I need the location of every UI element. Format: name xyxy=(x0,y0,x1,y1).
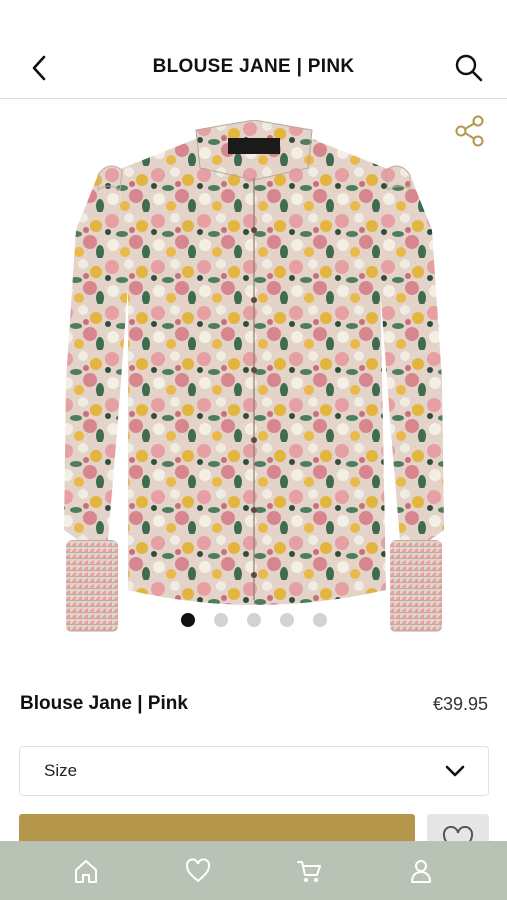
gallery-dot-4[interactable] xyxy=(279,613,294,627)
product-price: €39.95 xyxy=(432,694,488,714)
size-dropdown[interactable]: Size xyxy=(19,746,489,796)
search-button[interactable] xyxy=(451,50,487,86)
share-icon xyxy=(455,115,484,147)
page-title: BLOUSE JANE | PINK xyxy=(152,56,355,77)
user-icon xyxy=(411,859,432,883)
heart-icon xyxy=(185,857,210,882)
chevron-left-icon xyxy=(32,55,46,81)
tab-account[interactable] xyxy=(397,847,445,895)
gallery-dot-3[interactable] xyxy=(246,613,261,627)
top-bar: BLOUSE JANE | PINK xyxy=(0,0,507,99)
gallery-dot-1[interactable] xyxy=(180,613,195,627)
gallery-pagination xyxy=(0,613,507,627)
size-dropdown-label: Size xyxy=(44,761,78,780)
product-name: Blouse Jane | Pink xyxy=(20,693,188,714)
tab-cart[interactable] xyxy=(285,847,333,895)
bottom-tab-bar xyxy=(0,841,507,900)
search-icon xyxy=(455,54,483,82)
share-button[interactable] xyxy=(453,114,487,148)
cart-icon xyxy=(297,860,322,882)
gallery-dot-2[interactable] xyxy=(213,613,228,627)
gallery-dot-5[interactable] xyxy=(312,613,327,627)
back-button[interactable] xyxy=(24,52,56,84)
home-icon xyxy=(74,859,97,883)
tab-wishlist[interactable] xyxy=(174,847,222,895)
product-photo xyxy=(64,120,444,632)
chevron-down-icon xyxy=(445,765,465,777)
tab-home[interactable] xyxy=(62,847,110,895)
product-image-gallery[interactable] xyxy=(0,100,507,645)
